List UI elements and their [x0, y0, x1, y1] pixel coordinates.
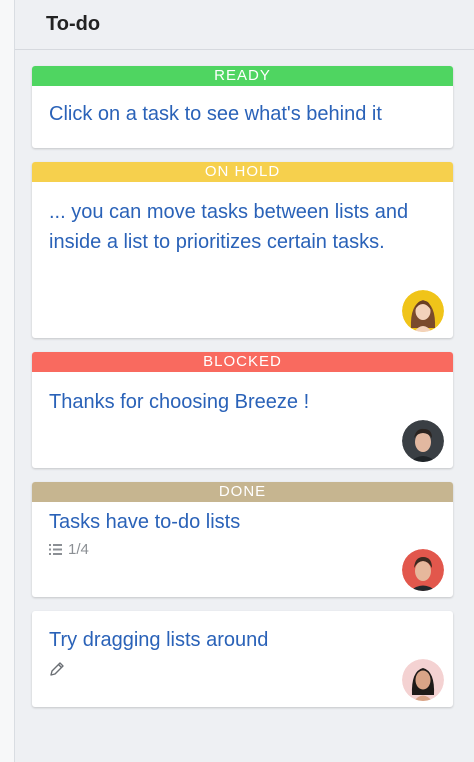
- task-title: Try dragging lists around: [49, 629, 269, 651]
- task-title: Click on a task to see what's behind it: [49, 103, 382, 125]
- task-card[interactable]: BLOCKED Thanks for choosing Breeze !: [32, 352, 453, 468]
- task-card[interactable]: READY Click on a task to see what's behi…: [32, 66, 453, 148]
- avatar-icon[interactable]: [402, 659, 444, 701]
- card-meta: [49, 661, 436, 677]
- list-title: To-do: [46, 13, 101, 35]
- task-title: Tasks have to-do lists: [49, 511, 241, 533]
- checklist-icon: [49, 544, 62, 555]
- checklist-progress: 1/4: [49, 541, 436, 558]
- avatar-icon[interactable]: [402, 420, 444, 462]
- todo-list-column: To-do READY Click on a task to see what'…: [15, 0, 474, 762]
- board-page: To-do READY Click on a task to see what'…: [0, 0, 474, 762]
- task-card[interactable]: Try dragging lists around: [32, 611, 453, 707]
- avatar-icon[interactable]: [402, 290, 444, 332]
- left-rail: [0, 0, 15, 762]
- checklist-count: 1/4: [68, 541, 89, 558]
- task-title: ... you can move tasks between lists and…: [49, 201, 409, 253]
- status-label: DONE: [32, 482, 453, 502]
- task-card[interactable]: DONE Tasks have to-do lists 1/4: [32, 482, 453, 597]
- status-label: ON HOLD: [32, 162, 453, 182]
- task-title: Thanks for choosing Breeze !: [49, 391, 310, 413]
- status-label: BLOCKED: [32, 352, 453, 372]
- pencil-icon: [50, 662, 64, 676]
- list-header[interactable]: To-do: [15, 0, 474, 50]
- card-list: READY Click on a task to see what's behi…: [32, 66, 453, 721]
- status-label: READY: [32, 66, 453, 86]
- avatar-icon[interactable]: [402, 549, 444, 591]
- task-card[interactable]: ON HOLD ... you can move tasks between l…: [32, 162, 453, 338]
